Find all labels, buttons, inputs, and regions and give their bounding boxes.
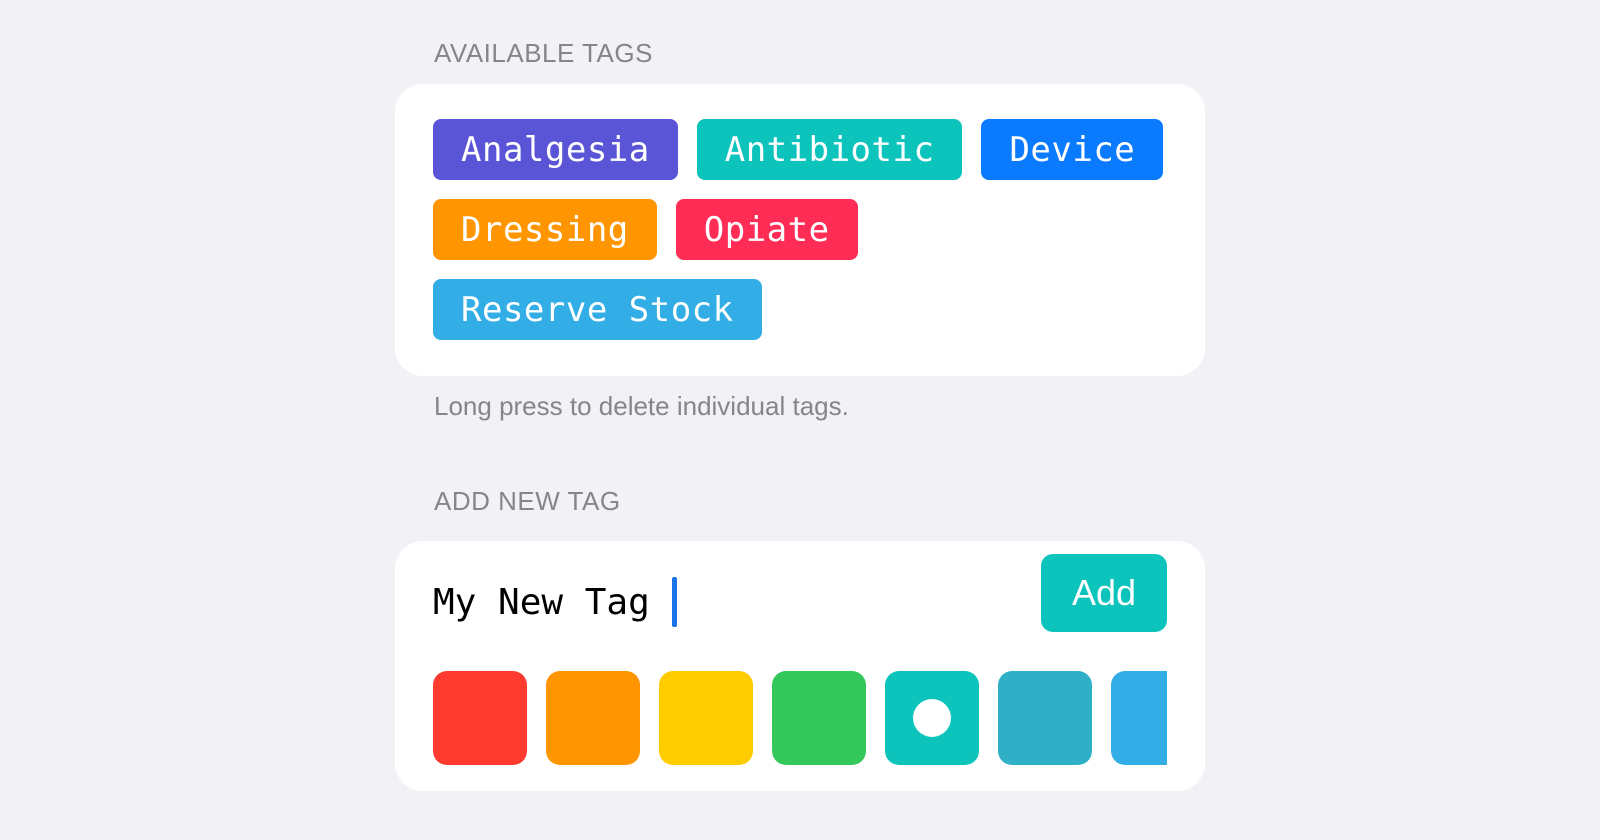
new-tag-input[interactable]: My New Tag — [433, 571, 1033, 633]
color-swatch-cyan[interactable] — [1111, 671, 1167, 765]
available-tags-header: AVAILABLE TAGS — [434, 38, 653, 68]
color-picker-row[interactable] — [433, 671, 1167, 765]
tag-chip[interactable]: Antibiotic — [696, 119, 963, 180]
add-button[interactable]: Add — [1041, 554, 1167, 632]
tag-chip[interactable]: Analgesia — [433, 119, 678, 180]
add-new-tag-header: ADD NEW TAG — [434, 486, 621, 516]
tags-list: Analgesia Antibiotic Device Dressing Opiate R… — [433, 119, 1167, 340]
tag-chip[interactable]: Opiate — [675, 199, 858, 260]
tag-chip[interactable]: Device — [981, 119, 1164, 180]
color-swatch-orange[interactable] — [546, 671, 640, 765]
new-tag-input-value: My New Tag — [433, 581, 650, 623]
add-new-tag-card: My New Tag Add — [395, 541, 1205, 791]
color-swatch-teal[interactable] — [998, 671, 1092, 765]
tag-chip[interactable]: Reserve Stock — [433, 279, 762, 340]
color-swatch-mint[interactable] — [885, 671, 979, 765]
color-swatch-red[interactable] — [433, 671, 527, 765]
text-cursor — [671, 577, 677, 627]
available-tags-card: Analgesia Antibiotic Device Dressing Opiate R… — [395, 84, 1205, 376]
delete-hint: Long press to delete individual tags. — [434, 391, 849, 421]
tag-chip[interactable]: Dressing — [433, 199, 657, 260]
color-swatch-green[interactable] — [772, 671, 866, 765]
selected-indicator-icon — [913, 699, 951, 737]
color-swatch-yellow[interactable] — [659, 671, 753, 765]
